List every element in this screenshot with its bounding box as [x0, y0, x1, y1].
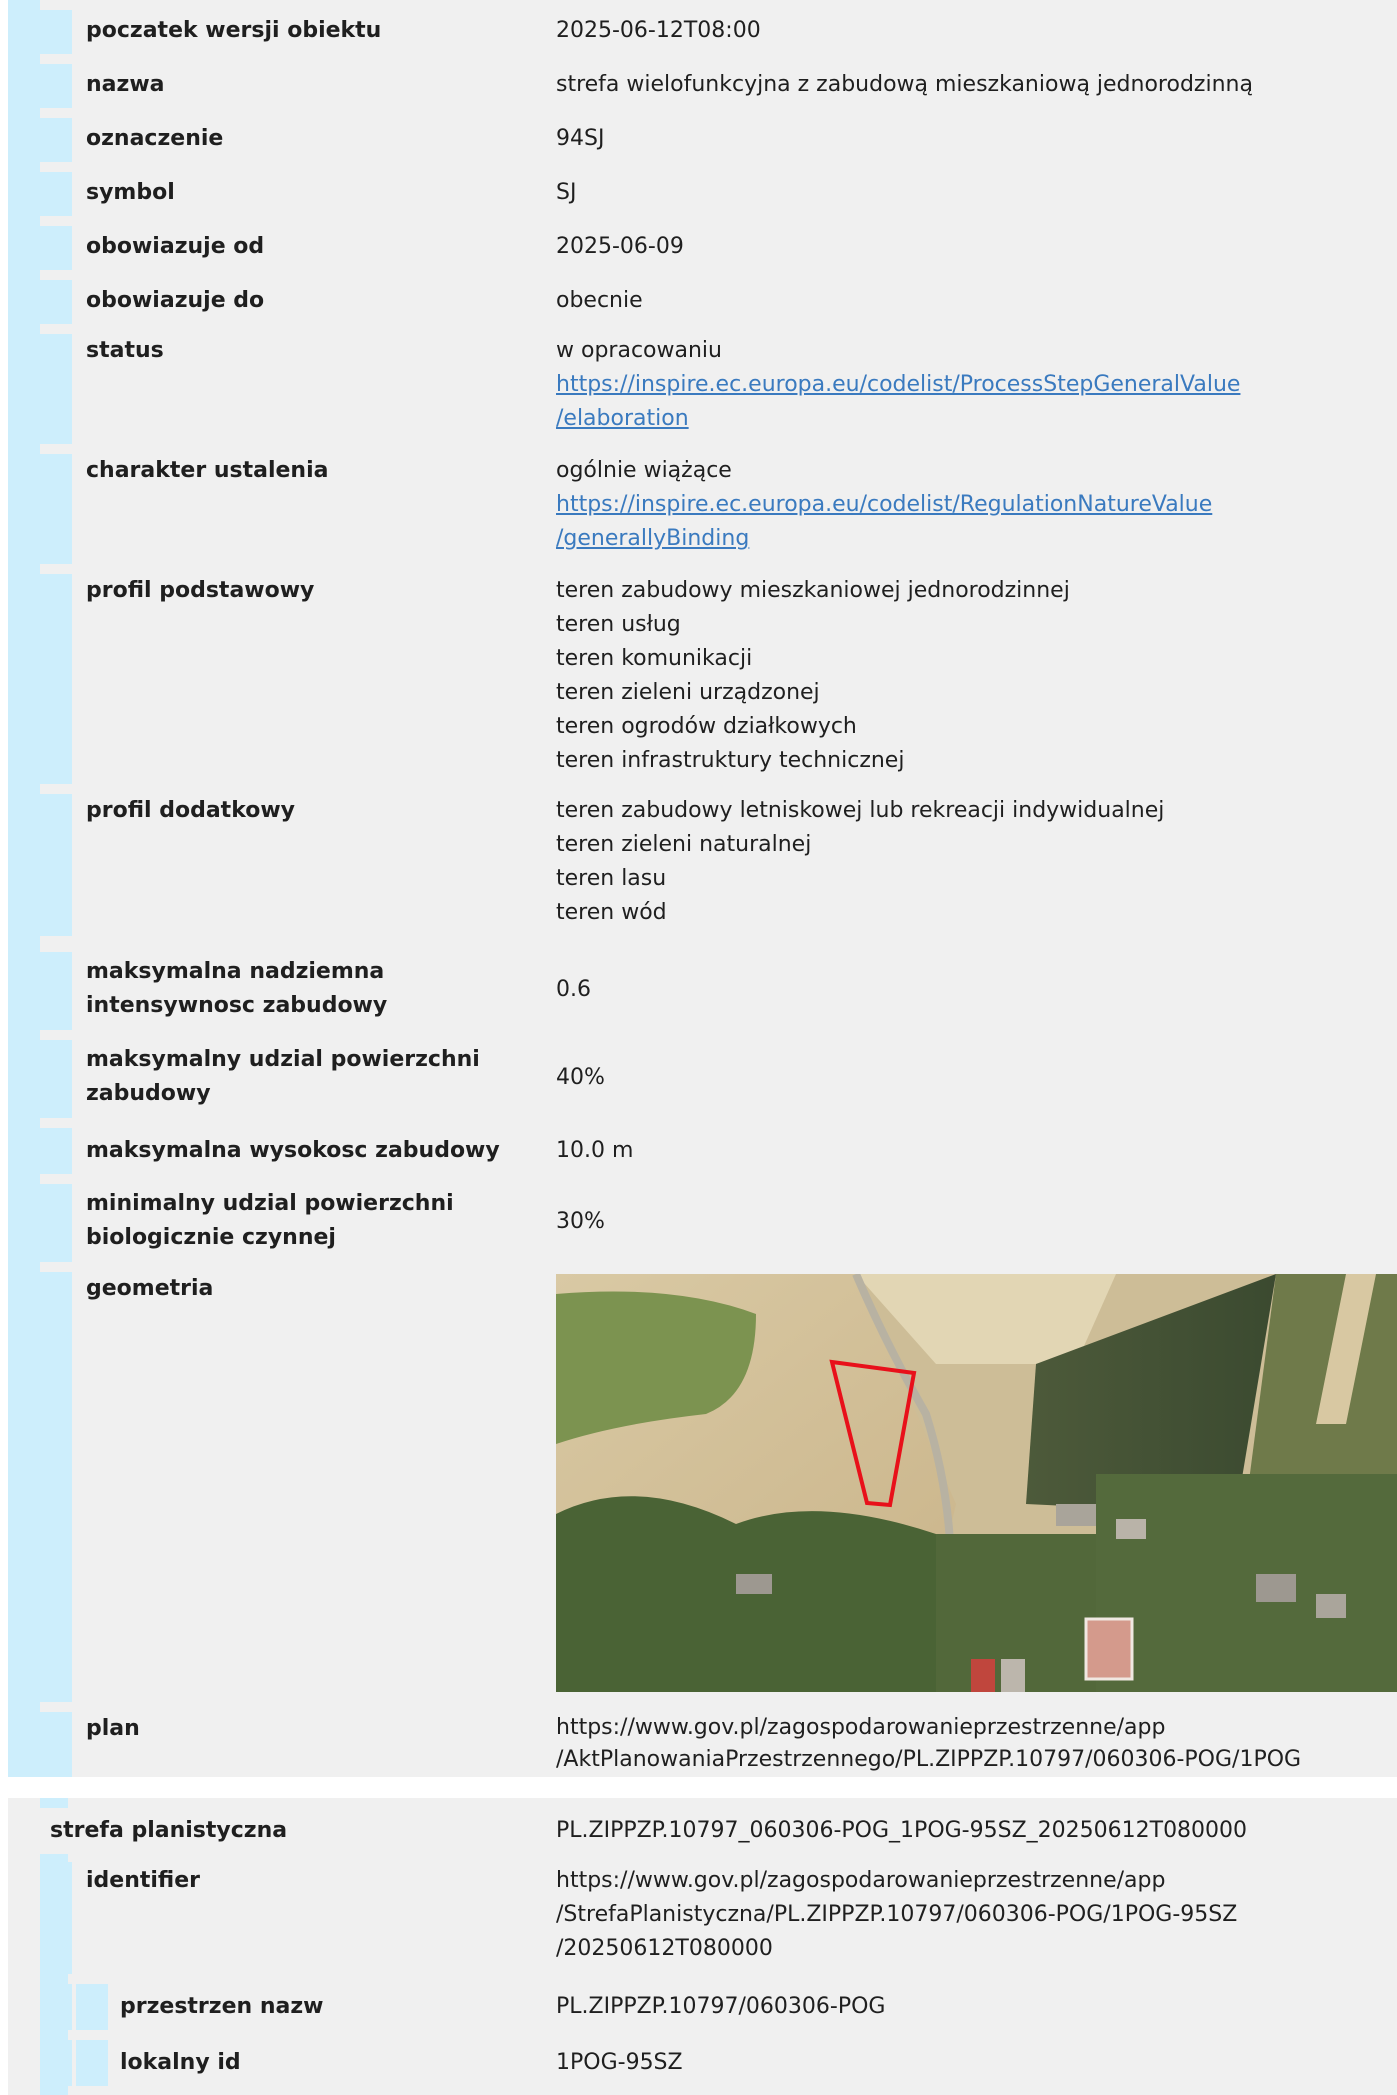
row-lokalny-id: lokalny id 1POG-95SZ	[40, 2040, 1397, 2086]
row-oznaczenie: oznaczenie 94SJ	[40, 118, 1397, 162]
row-value: 40%	[556, 1065, 605, 1090]
row-geometria: geometria	[40, 1272, 1397, 1702]
row-strefa-planistyczna: strefa planistyczna PL.ZIPPZP.10797_0603…	[8, 1808, 1397, 1854]
row-value: 0.6	[556, 977, 591, 1002]
row-label: lokalny id	[120, 2050, 241, 2075]
row-value: 1POG-95SZ	[556, 2050, 683, 2075]
row-label: profil dodatkowy	[86, 798, 296, 823]
row-obowiazuje-od: obowiazuje od 2025-06-09	[40, 226, 1397, 270]
row-label: maksymalna wysokosc zabudowy	[86, 1138, 500, 1163]
row-value: PL.ZIPPZP.10797/060306-POG	[556, 1994, 886, 2019]
plan-url-cont: /AktPlanowaniaPrzestrzennego/PL.ZIPPZP.1…	[556, 1747, 1302, 1772]
row-identifier: identifier https://www.gov.pl/zagospodar…	[40, 1862, 1397, 1974]
identifier-url-cont: /20250612T080000	[556, 1936, 773, 1961]
row-plan: plan https://www.gov.pl/zagospodarowanie…	[40, 1712, 1397, 1777]
profil-item: teren zabudowy mieszkaniowej jednorodzin…	[556, 578, 1070, 603]
charakter-codelist-link[interactable]: https://inspire.ec.europa.eu/codelist/Re…	[556, 488, 1212, 522]
profil-item: teren ogrodów działkowych	[556, 714, 857, 739]
row-value: 10.0 m	[556, 1138, 634, 1163]
row-label-cont: zabudowy	[86, 1081, 211, 1106]
geometry-map-image[interactable]	[556, 1274, 1397, 1692]
plan-url: https://www.gov.pl/zagospodarowanieprzes…	[556, 1715, 1166, 1740]
profil-item: teren komunikacji	[556, 646, 753, 671]
row-label: profil podstawowy	[86, 578, 315, 603]
row-label: geometria	[86, 1276, 214, 1301]
status-codelist-link[interactable]: https://inspire.ec.europa.eu/codelist/Pr…	[556, 368, 1240, 402]
row-udzial: maksymalny udzial powierzchni zabudowy 4…	[40, 1040, 1397, 1118]
row-value: w opracowaniu	[556, 338, 722, 363]
row-label: minimalny udzial powierzchni	[86, 1191, 454, 1216]
row-label: strefa planistyczna	[50, 1818, 288, 1843]
row-label-cont: intensywnosc zabudowy	[86, 993, 388, 1018]
profil-item: teren infrastruktury technicznej	[556, 748, 905, 773]
row-value: 2025-06-12T08:00	[556, 18, 761, 43]
row-biol: minimalny udzial powierzchni biologiczni…	[40, 1184, 1397, 1262]
row-label: maksymalny udzial powierzchni	[86, 1047, 480, 1072]
row-label: przestrzen nazw	[120, 1994, 324, 2019]
aerial-map	[556, 1274, 1397, 1692]
row-value: obecnie	[556, 288, 643, 313]
profil-item: teren lasu	[556, 866, 667, 891]
status-codelist-link-cont[interactable]: /elaboration	[556, 402, 1240, 436]
block-gutter	[8, 0, 40, 1777]
profil-item: teren zieleni urządzonej	[556, 680, 820, 705]
row-label: symbol	[86, 180, 175, 205]
row-label: maksymalna nadziemna	[86, 959, 385, 984]
row-value: ogólnie wiążące	[556, 458, 732, 483]
row-profil-dodatkowy: profil dodatkowy teren zabudowy letnisko…	[40, 794, 1397, 936]
identifier-url-cont: /StrefaPlanistyczna/PL.ZIPPZP.10797/0603…	[556, 1902, 1238, 1927]
row-profil-podstawowy: profil podstawowy teren zabudowy mieszka…	[40, 574, 1397, 784]
row-przestrzen-nazw: przestrzen nazw PL.ZIPPZP.10797/060306-P…	[40, 1984, 1397, 2030]
row-label: identifier	[86, 1868, 201, 1893]
profil-item: teren zabudowy letniskowej lub rekreacji…	[556, 798, 1165, 823]
row-label: oznaczenie	[86, 126, 224, 151]
row-poczatek: poczatek wersji obiektu 2025-06-12T08:00	[40, 10, 1397, 54]
profil-item: teren usług	[556, 612, 681, 637]
profil-item: teren zieleni naturalnej	[556, 832, 812, 857]
row-value: 2025-06-09	[556, 234, 684, 259]
row-value: PL.ZIPPZP.10797_060306-POG_1POG-95SZ_202…	[556, 1818, 1248, 1843]
row-intensywnosc: maksymalna nadziemna intensywnosc zabudo…	[40, 952, 1397, 1030]
row-label: obowiazuje do	[86, 288, 265, 313]
row-obowiazuje-do: obowiazuje do obecnie	[40, 280, 1397, 324]
row-symbol: symbol SJ	[40, 172, 1397, 216]
profil-item: teren wód	[556, 900, 667, 925]
row-label: nazwa	[86, 72, 165, 97]
row-wysokosc: maksymalna wysokosc zabudowy 10.0 m	[40, 1128, 1397, 1174]
row-value: strefa wielofunkcyjna z zabudową mieszka…	[556, 72, 1253, 97]
row-value: 30%	[556, 1209, 605, 1234]
row-label: poczatek wersji obiektu	[86, 18, 382, 43]
row-label: charakter ustalenia	[86, 458, 329, 483]
row-charakter: charakter ustalenia ogólnie wiążące http…	[40, 454, 1397, 564]
row-label-cont: biologicznie czynnej	[86, 1225, 336, 1250]
row-value: SJ	[556, 180, 577, 205]
row-nazwa: nazwa strefa wielofunkcyjna z zabudową m…	[40, 64, 1397, 108]
row-label: obowiazuje od	[86, 234, 265, 259]
identifier-url: https://www.gov.pl/zagospodarowanieprzes…	[556, 1868, 1166, 1893]
row-label: plan	[86, 1716, 140, 1741]
row-status: status w opracowaniu https://inspire.ec.…	[40, 334, 1397, 444]
row-label: status	[86, 338, 164, 363]
charakter-codelist-link-cont[interactable]: /generallyBinding	[556, 522, 1212, 556]
row-value: 94SJ	[556, 126, 605, 151]
